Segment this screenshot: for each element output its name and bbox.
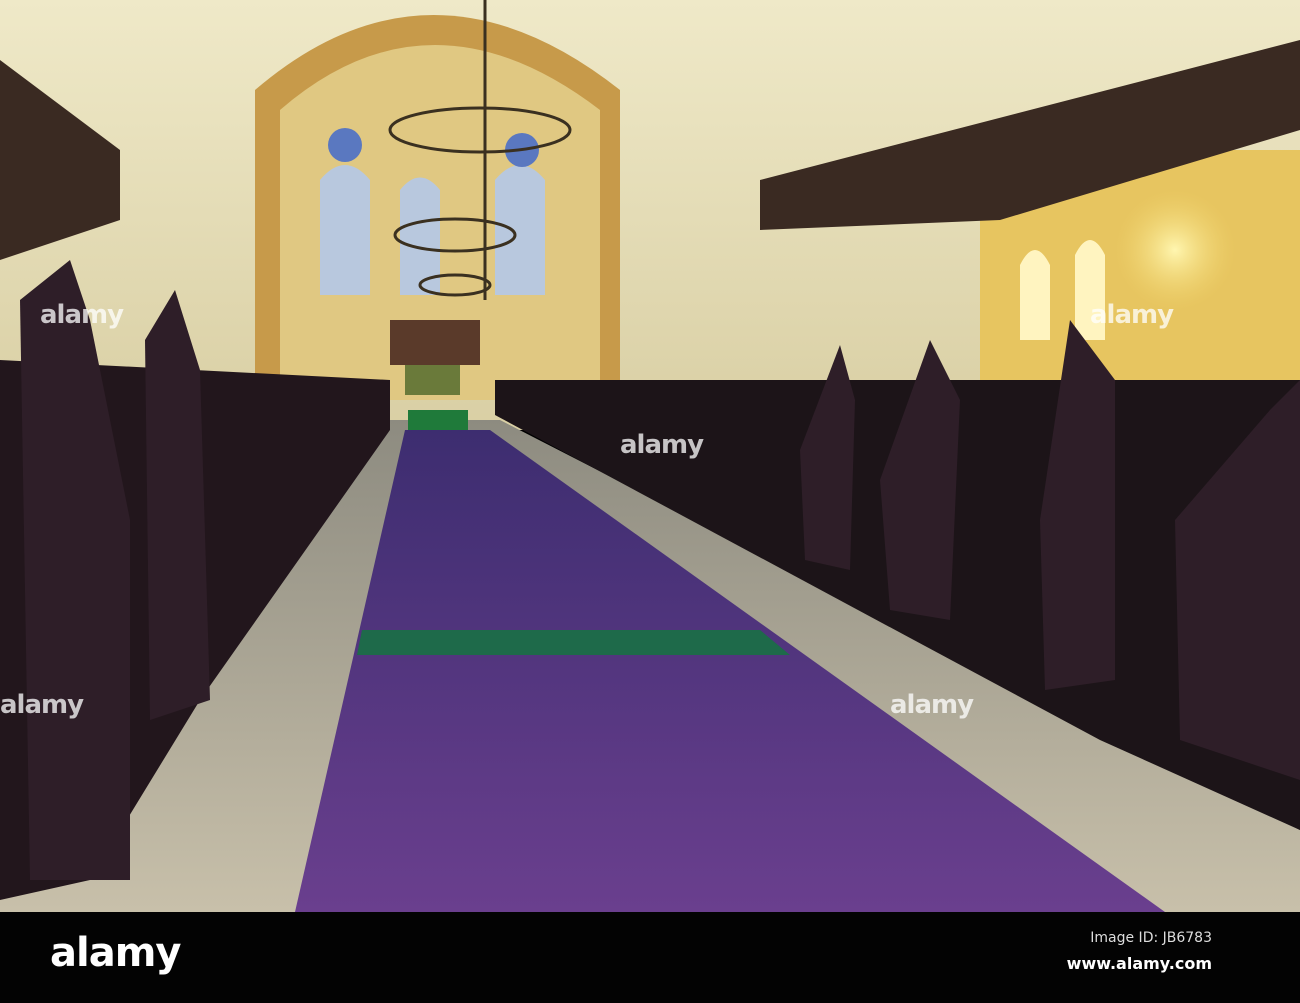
carpet-stripe bbox=[357, 630, 790, 655]
image-id: Image ID: JB6783 bbox=[1090, 930, 1212, 946]
watermark: alamy bbox=[40, 300, 124, 330]
apse-window bbox=[320, 165, 370, 295]
footer-bar: alamy Image ID: JB6783 www.alamy.com bbox=[0, 912, 1300, 1003]
watermark: alamy bbox=[0, 690, 84, 720]
altar bbox=[405, 365, 460, 395]
alamy-logo: alamy bbox=[50, 930, 181, 976]
watermark: alamy bbox=[1090, 300, 1174, 330]
watermark: alamy bbox=[890, 690, 974, 720]
photo-frame: alamy alamy alamy alamy alamy alamy Imag… bbox=[0, 0, 1300, 1003]
watermark: alamy bbox=[620, 430, 704, 460]
site-url: www.alamy.com bbox=[1066, 954, 1212, 973]
